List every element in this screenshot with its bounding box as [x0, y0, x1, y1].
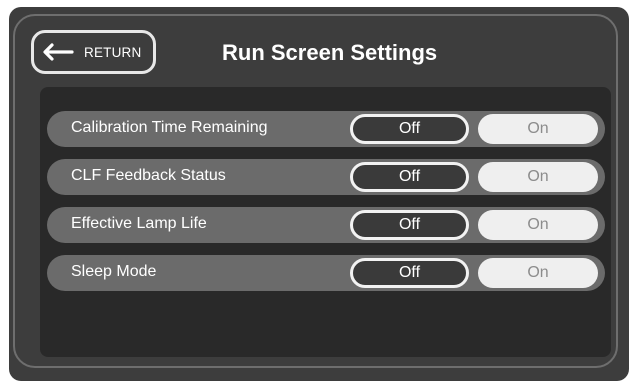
on-toggle-button[interactable]: On	[478, 210, 598, 240]
off-toggle-button[interactable]: Off	[350, 162, 469, 192]
setting-row-sleep-mode: Sleep Mode Off On	[47, 255, 605, 291]
setting-row-effective-lamp-life: Effective Lamp Life Off On	[47, 207, 605, 243]
off-toggle-button[interactable]: Off	[350, 258, 469, 288]
setting-row-calibration-time-remaining: Calibration Time Remaining Off On	[47, 111, 605, 147]
off-toggle-button[interactable]: Off	[350, 210, 469, 240]
setting-label: Effective Lamp Life	[71, 215, 207, 232]
on-toggle-button[interactable]: On	[478, 162, 598, 192]
return-button[interactable]: RETURN	[31, 30, 156, 74]
on-toggle-button[interactable]: On	[478, 114, 598, 144]
page-title: Run Screen Settings	[222, 40, 438, 65]
setting-label: CLF Feedback Status	[71, 167, 226, 184]
return-label: RETURN	[84, 44, 142, 60]
setting-label: Calibration Time Remaining	[71, 119, 268, 136]
off-toggle-button[interactable]: Off	[350, 114, 469, 144]
setting-label: Sleep Mode	[71, 263, 157, 280]
return-arrow-icon	[43, 43, 74, 61]
on-toggle-button[interactable]: On	[478, 258, 598, 288]
setting-row-clf-feedback-status: CLF Feedback Status Off On	[47, 159, 605, 195]
